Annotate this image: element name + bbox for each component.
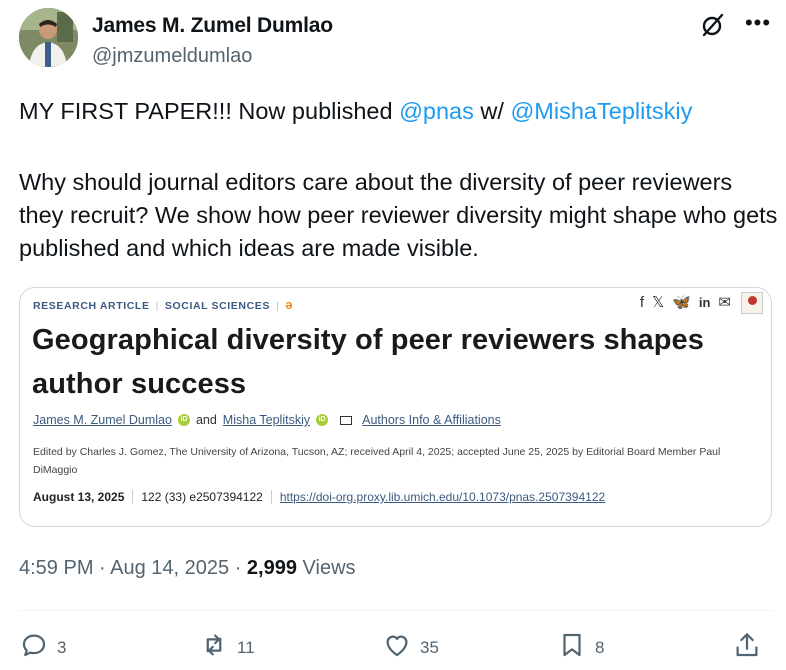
link-preview-card[interactable]: RESEARCH ARTICLE | SOCIAL SCIENCES | ә f 𝕏 🦋… (19, 287, 772, 527)
tweet-text-part: w/ (473, 98, 511, 124)
open-access-icon: ә (285, 297, 294, 312)
mention-pnas[interactable]: @pnas (399, 98, 474, 124)
orcid-icon[interactable]: iD (316, 414, 329, 426)
editorial-info: Edited by Charles J. Gomez, The Universi… (33, 446, 721, 476)
heart-icon (382, 630, 412, 665)
journal-cover-icon (741, 292, 763, 314)
tweet-header: James M. Zumel Dumlao @jmzumeldumlao ••• (19, 8, 772, 72)
affiliations-link[interactable]: Authors Info & Affiliations (362, 413, 501, 427)
article-author-2[interactable]: Misha Teplitskiy (223, 413, 310, 427)
email-icon[interactable]: ✉ (718, 293, 731, 311)
reply-icon (19, 630, 49, 665)
mail-icon (340, 415, 353, 425)
share-icons: f 𝕏 🦋 in ✉ (640, 293, 731, 312)
doi-link[interactable]: https://doi-org.proxy.lib.umich.edu/10.1… (280, 490, 605, 504)
like-count: 35 (420, 637, 439, 657)
article-title: Geographical diversity of peer reviewers… (32, 324, 704, 400)
action-bar: 3 11 35 8 (19, 630, 767, 664)
facebook-icon[interactable]: f (640, 294, 644, 311)
publication-date: August 13, 2025 (33, 490, 125, 504)
tweet-text: MY FIRST PAPER!!! Now published @pnas w/… (19, 95, 779, 265)
reply-count: 3 (57, 637, 67, 657)
article-meta: August 13, 2025 122 (33) e2507394122 htt… (33, 490, 605, 504)
share-icon (732, 630, 762, 665)
reply-button[interactable]: 3 (19, 630, 66, 665)
tweet-text-part: MY FIRST PAPER!!! Now published (19, 98, 400, 124)
avatar[interactable] (19, 8, 78, 67)
repost-button[interactable]: 11 (199, 630, 255, 665)
views-label: Views (296, 557, 356, 579)
author-conjunction: and (195, 413, 217, 427)
more-icon[interactable]: ••• (744, 10, 772, 38)
orcid-icon[interactable]: iD (177, 414, 190, 426)
author-name[interactable]: James M. Zumel Dumlao (92, 14, 333, 38)
bookmark-count: 8 (595, 637, 605, 657)
article-authors: James M. Zumel Dumlao iD and Misha Tepli… (33, 413, 501, 427)
article-section-tag: SOCIAL SCIENCES (164, 300, 270, 312)
volume-info: 122 (33) e2507394122 (141, 490, 263, 504)
post-time[interactable]: 4:59 PM · Aug 14, 2025 · (19, 557, 247, 579)
bluesky-icon[interactable]: 🦋 (672, 293, 691, 311)
share-button[interactable] (732, 630, 762, 665)
divider (19, 610, 772, 611)
tweet-timestamp: 4:59 PM · Aug 14, 2025 · 2,999 Views (19, 557, 356, 580)
bookmark-button[interactable]: 8 (557, 630, 604, 665)
repost-icon (199, 630, 229, 665)
article-author-1[interactable]: James M. Zumel Dumlao (33, 413, 172, 427)
tweet-paragraph-1: MY FIRST PAPER!!! Now published @pnas w/… (19, 95, 779, 128)
bookmark-icon (557, 630, 587, 665)
x-icon[interactable]: 𝕏 (652, 293, 664, 311)
article-type-tag: RESEARCH ARTICLE (33, 300, 150, 312)
repost-count: 11 (237, 637, 255, 657)
views-count: 2,999 (246, 557, 297, 579)
linkedin-icon[interactable]: in (699, 295, 711, 310)
mention-mishateplitskiy[interactable]: @MishaTeplitskiy (510, 98, 692, 124)
article-tags: RESEARCH ARTICLE | SOCIAL SCIENCES | ә (33, 297, 294, 312)
like-button[interactable]: 35 (382, 630, 439, 665)
grok-icon[interactable] (700, 12, 726, 38)
author-handle[interactable]: @jmzumeldumlao (92, 45, 252, 68)
tweet-paragraph-2: Why should journal editors care about th… (19, 169, 778, 261)
